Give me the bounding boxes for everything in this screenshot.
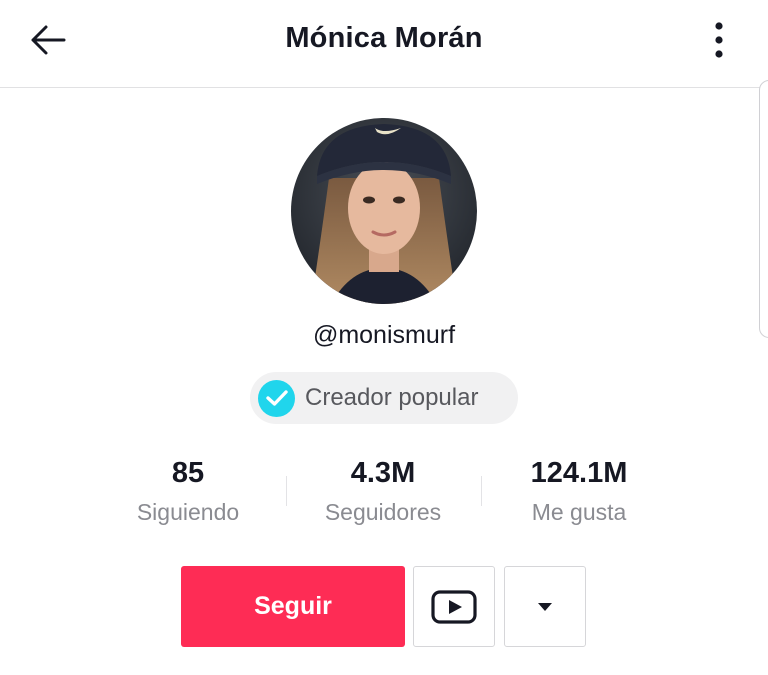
following-count: 85 bbox=[171, 457, 205, 489]
profile-page: Mónica Morán @monismurf Creador popular … bbox=[0, 0, 768, 675]
checkmark-icon bbox=[258, 379, 295, 417]
stat-followers[interactable]: 4.3M Seguidores bbox=[283, 455, 483, 527]
likes-count: 124.1M bbox=[530, 457, 628, 489]
stat-following[interactable]: 85 Siguiendo bbox=[88, 455, 288, 527]
follow-button[interactable]: Seguir bbox=[181, 566, 405, 647]
youtube-icon bbox=[431, 589, 477, 624]
youtube-button[interactable] bbox=[413, 566, 495, 647]
scroll-indicator[interactable] bbox=[759, 80, 768, 338]
more-options-button[interactable] bbox=[700, 18, 738, 62]
vertical-dots-icon bbox=[715, 22, 723, 58]
followers-count: 4.3M bbox=[350, 457, 416, 489]
following-label: Siguiendo bbox=[136, 499, 240, 525]
page-title: Mónica Morán bbox=[285, 22, 483, 54]
popular-creator-badge: Creador popular bbox=[250, 372, 518, 424]
likes-label: Me gusta bbox=[531, 499, 627, 525]
stat-likes[interactable]: 124.1M Me gusta bbox=[479, 455, 679, 527]
badge-label: Creador popular bbox=[305, 384, 479, 411]
top-bar: Mónica Morán bbox=[0, 0, 768, 88]
caret-down-icon bbox=[538, 602, 552, 611]
username: @monismurf bbox=[312, 321, 456, 349]
avatar[interactable] bbox=[291, 118, 477, 304]
more-actions-dropdown[interactable] bbox=[504, 566, 586, 647]
followers-label: Seguidores bbox=[324, 499, 442, 525]
profile-photo bbox=[291, 118, 477, 304]
